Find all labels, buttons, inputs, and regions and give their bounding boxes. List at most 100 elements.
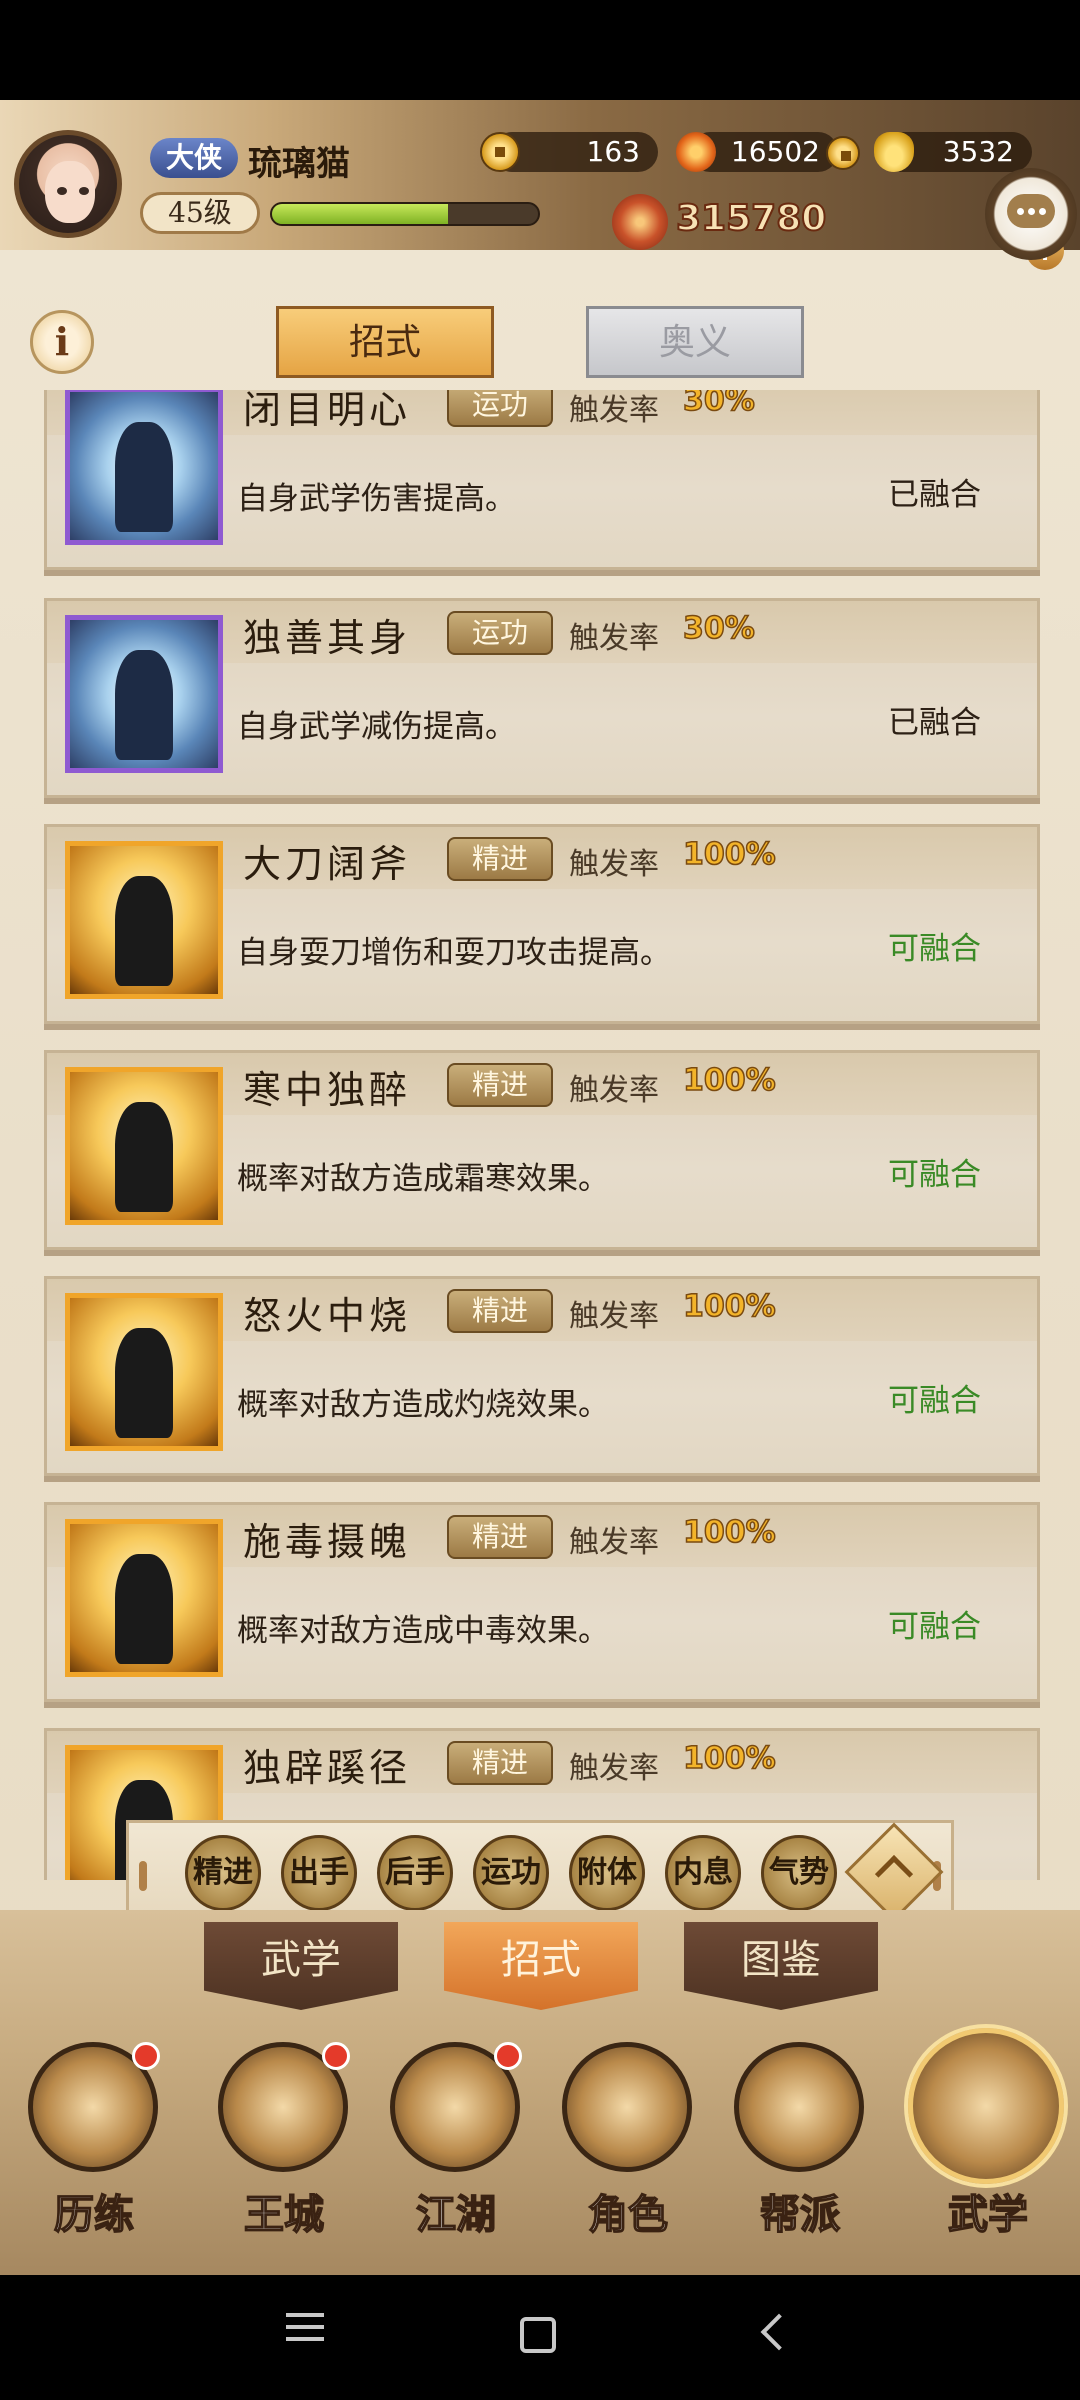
fuse-status[interactable]: 可融合 — [888, 1149, 981, 1194]
skill-card[interactable]: 施毒摄魄 精进 触发率 100% 概率对敌方造成中毒效果。 可融合 — [44, 1502, 1040, 1702]
filter-bar-end — [139, 1861, 147, 1891]
skill-icon — [65, 615, 223, 773]
collapse-filter-button[interactable] — [844, 1822, 944, 1922]
power-icon — [612, 194, 668, 250]
fuse-status[interactable]: 可融合 — [888, 1601, 981, 1646]
skill-type-tag: 运功 — [447, 390, 553, 427]
skill-name: 怒火中烧 — [243, 1294, 412, 1338]
chat-dot — [1039, 208, 1046, 215]
skill-name: 寒中独醉 — [243, 1068, 412, 1112]
back-button[interactable] — [748, 2305, 808, 2365]
skill-type-tag: 精进 — [447, 1063, 553, 1107]
figure-icon — [115, 650, 173, 760]
trigger-rate: 30% — [682, 610, 755, 647]
nav-royal-city[interactable]: 王城 — [204, 2042, 364, 2272]
player-name: 琉璃猫 — [248, 144, 350, 184]
trigger-label: 触发率 — [569, 1073, 659, 1108]
filter-button[interactable]: 运功 — [473, 1835, 549, 1911]
tab-mysteries[interactable]: 奥义 — [586, 306, 804, 378]
nav-martial-arts[interactable]: 武学 — [908, 2028, 1068, 2272]
notification-dot — [322, 2042, 350, 2070]
trigger-label: 触发率 — [569, 847, 659, 882]
skill-name: 独善其身 — [243, 616, 412, 660]
home-button[interactable] — [508, 2305, 568, 2365]
skill-type-tag: 精进 — [447, 837, 553, 881]
filter-button[interactable]: 后手 — [377, 1835, 453, 1911]
skill-name: 大刀阔斧 — [243, 842, 412, 886]
player-header: 大侠 琉璃猫 45级 163 16502 3532 315780 — [0, 100, 1080, 250]
menu-icon[interactable] — [276, 2305, 336, 2365]
trigger-rate: 100% — [682, 1514, 776, 1551]
skill-description: 概率对敌方造成霜寒效果。 — [237, 1161, 609, 1197]
filter-button[interactable]: 精进 — [185, 1835, 261, 1911]
skill-card[interactable]: 寒中独醉 精进 触发率 100% 概率对敌方造成霜寒效果。 可融合 — [44, 1050, 1040, 1250]
skill-card[interactable]: 闭目明心 运功 触发率 30% 自身武学伤害提高。 已融合 — [44, 390, 1040, 570]
skill-type-tag: 精进 — [447, 1741, 553, 1785]
nav-guild[interactable]: 帮派 — [720, 2042, 880, 2272]
skill-description: 自身武学减伤提高。 — [237, 709, 516, 745]
trigger-label: 触发率 — [569, 1751, 659, 1786]
skill-card[interactable]: 大刀阔斧 精进 触发率 100% 自身耍刀增伤和耍刀攻击提高。 可融合 — [44, 824, 1040, 1024]
nav-label: 王城 — [243, 2190, 325, 2239]
system-nav-bar — [0, 2275, 1080, 2400]
skill-description: 自身武学伤害提高。 — [237, 481, 516, 517]
skill-description: 概率对敌方造成灼烧效果。 — [237, 1387, 609, 1423]
skill-icon — [65, 841, 223, 999]
filter-button[interactable]: 出手 — [281, 1835, 357, 1911]
scroll-icon — [908, 2028, 1064, 2184]
rank-badge: 大侠 — [150, 138, 238, 178]
fuse-status[interactable]: 可融合 — [888, 923, 981, 968]
tab-moves[interactable]: 招式 — [276, 306, 494, 378]
back-icon — [760, 2313, 798, 2351]
skill-description: 自身耍刀增伤和耍刀攻击提高。 — [237, 935, 671, 971]
trigger-label: 触发率 — [569, 393, 659, 428]
avatar-eye — [57, 187, 67, 195]
figure-icon — [115, 1328, 173, 1438]
filter-button[interactable]: 气势 — [761, 1835, 837, 1911]
nav-label: 帮派 — [759, 2190, 841, 2239]
skill-list[interactable]: 闭目明心 运功 触发率 30% 自身武学伤害提高。 已融合 独善其身 运功 触发率 30% 自身武学… — [40, 390, 1040, 1880]
filter-bar: 精进 出手 后手 运功 附体 内息 气势 — [126, 1820, 954, 1924]
skill-type-tag: 精进 — [447, 1515, 553, 1559]
nav-label: 角色 — [587, 2190, 669, 2239]
fuse-status: 已融合 — [888, 477, 981, 513]
info-button[interactable]: i — [30, 310, 94, 374]
trigger-label: 触发率 — [569, 1525, 659, 1560]
trigger-rate: 100% — [682, 836, 776, 873]
skill-name: 施毒摄魄 — [243, 1520, 412, 1564]
level-badge: 45级 — [140, 192, 260, 234]
notification-dot — [494, 2042, 522, 2070]
avatar[interactable] — [14, 130, 122, 238]
nav-label: 历练 — [53, 2190, 135, 2239]
skill-type-tag: 运功 — [447, 611, 553, 655]
coin-icon — [480, 132, 520, 172]
nav-label: 江湖 — [415, 2190, 497, 2239]
skill-card[interactable]: 怒火中烧 精进 触发率 100% 概率对敌方造成灼烧效果。 可融合 — [44, 1276, 1040, 1476]
trigger-rate: 100% — [682, 1288, 776, 1325]
chat-dot — [1028, 208, 1035, 215]
fuse-status[interactable]: 可融合 — [888, 1375, 981, 1420]
flame-gem-icon — [676, 132, 716, 172]
figure-icon — [115, 1554, 173, 1664]
notification-dot — [132, 2042, 160, 2070]
trigger-label: 触发率 — [569, 1299, 659, 1334]
avatar-eye — [79, 187, 89, 195]
combat-power: 315780 — [675, 197, 827, 240]
skill-name: 独辟蹊径 — [243, 1746, 412, 1790]
skill-description: 概率对敌方造成中毒效果。 — [237, 1613, 609, 1649]
nav-jianghu[interactable]: 江湖 — [376, 2042, 536, 2272]
skill-icon — [65, 1519, 223, 1677]
chat-button[interactable] — [985, 168, 1077, 260]
nav-label: 武学 — [947, 2190, 1029, 2239]
nav-character[interactable]: 角色 — [548, 2042, 708, 2272]
skill-card[interactable]: 独善其身 运功 触发率 30% 自身武学减伤提高。 已融合 — [44, 598, 1040, 798]
trigger-rate: 30% — [682, 390, 755, 419]
filter-button[interactable]: 附体 — [569, 1835, 645, 1911]
skill-icon — [65, 1293, 223, 1451]
exp-bar-fill — [272, 204, 448, 224]
figure-icon — [115, 422, 173, 532]
skill-name: 闭目明心 — [243, 390, 412, 432]
nav-training[interactable]: 历练 — [14, 2042, 174, 2272]
game-screen: 大侠 琉璃猫 45级 163 16502 3532 315780 + i 招式 … — [0, 100, 1080, 2275]
filter-button[interactable]: 内息 — [665, 1835, 741, 1911]
